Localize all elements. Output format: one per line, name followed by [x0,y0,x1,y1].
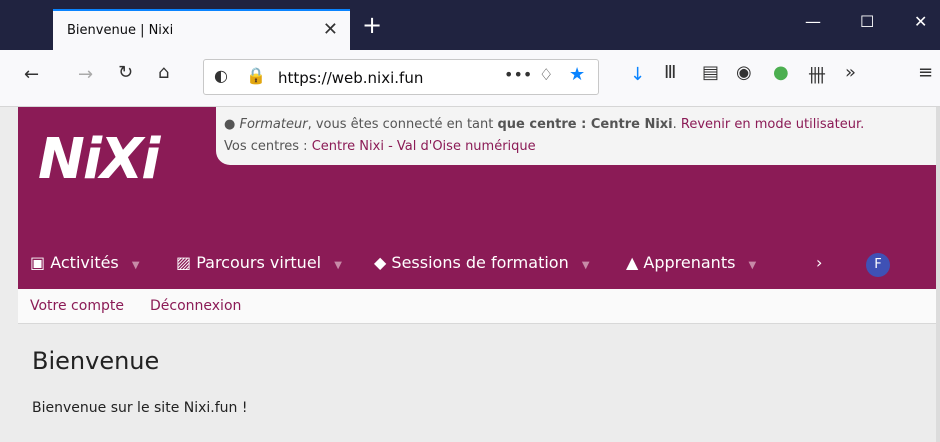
caret-down-icon: ▼ [748,260,757,271]
menu-item-activites[interactable]: ▣ Activités ▼ [30,253,140,272]
centers-label: Vos centres : [224,139,312,154]
extension-icon[interactable]: ● [773,62,789,83]
tab-close-icon[interactable]: ✕ [323,19,338,40]
subnav: Votre compte Déconnexion [18,289,936,324]
avatar-letter: F [874,257,882,272]
logout-link[interactable]: Déconnexion [150,298,241,314]
menu-label: Parcours virtuel [196,253,322,272]
sidebar-icon[interactable]: ▤ [702,62,719,83]
nixi-logo[interactable]: NiXi [38,127,198,222]
center-link[interactable]: Centre Nixi - Val d'Oise numérique [312,139,536,154]
avatar[interactable]: F [866,253,890,277]
grid-extension-icon[interactable]: 卌 [808,62,826,88]
menu-label: Apprenants [643,253,736,272]
menu-label: Activités [50,253,119,272]
browser-tab[interactable]: Bienvenue | Nixi ✕ [53,9,350,50]
caret-down-icon: ▼ [131,260,140,271]
menu-item-apprenants[interactable]: ▲ Apprenants ▼ [626,253,756,272]
menu-next-icon[interactable]: › [816,253,822,272]
menu-item-parcours[interactable]: ▨ Parcours virtuel ▼ [176,253,342,272]
page-actions-icon[interactable]: ••• [504,65,532,84]
reload-icon[interactable]: ↻ [118,62,133,83]
notice-line-2: Vos centres : Centre Nixi - Val d'Oise n… [224,139,536,154]
browser-navbar: ← → ↻ ⌂ ◐ 🔒 https://web.nixi.fun ••• ♢ ★… [0,50,940,107]
center-strong: que centre : Centre Nixi [497,117,673,132]
main-menu: ▣ Activités ▼ ▨ Parcours virtuel ▼ ◆ Ses… [18,237,936,289]
notice-text: , vous êtes connecté en tant [307,117,498,132]
bookmark-star-icon[interactable]: ★ [569,64,585,85]
library-icon[interactable]: Ⅲ [664,62,676,83]
forward-icon[interactable]: → [78,64,93,85]
menu-label: Sessions de formation [391,253,569,272]
maximize-icon[interactable]: ☐ [860,12,874,31]
home-icon[interactable]: ⌂ [158,62,169,83]
account-link[interactable]: Votre compte [30,298,124,314]
new-tab-icon[interactable]: + [362,11,382,39]
close-window-icon[interactable]: ✕ [914,12,927,31]
role-notice: ● Formateur, vous êtes connecté en tant … [216,107,936,165]
url-text[interactable]: https://web.nixi.fun [278,69,423,87]
logo-text: NiXi [38,127,160,192]
header-banner: NiXi ● Formateur, vous êtes connecté en … [18,107,936,289]
info-icon: ● [224,117,236,132]
image-icon: ▨ [176,253,192,272]
pocket-icon[interactable]: ♢ [539,65,553,84]
minimize-icon[interactable]: — [805,12,821,31]
graduation-icon: ◆ [374,253,387,272]
menu-item-sessions[interactable]: ◆ Sessions de formation ▼ [374,253,590,272]
back-icon[interactable]: ← [24,64,39,85]
browser-titlebar: Bienvenue | Nixi ✕ + — ☐ ✕ [0,0,940,50]
tab-title: Bienvenue | Nixi [67,23,174,38]
overflow-icon[interactable]: » [845,62,856,83]
scrollbar[interactable] [936,107,940,442]
notice-punct: . [672,117,681,132]
cap-icon: ▲ [626,253,639,272]
caret-down-icon: ▼ [334,260,342,271]
menu-icon[interactable]: ≡ [918,62,933,83]
notice-line-1: ● Formateur, vous êtes connecté en tant … [224,117,864,132]
page-content: NiXi ● Formateur, vous êtes connecté en … [18,107,936,442]
role-text: Formateur [239,117,308,132]
welcome-text: Bienvenue sur le site Nixi.fun ! [32,400,248,416]
caret-down-icon: ▼ [581,260,590,271]
download-icon[interactable]: ↓ [630,64,645,85]
activities-icon: ▣ [30,253,46,272]
page-title: Bienvenue [32,347,160,375]
shield-icon[interactable]: ◐ [214,66,228,85]
switch-mode-link[interactable]: Revenir en mode utilisateur. [681,117,864,132]
account-icon[interactable]: ◉ [736,62,752,83]
lock-icon[interactable]: 🔒 [246,66,266,85]
url-bar[interactable]: ◐ 🔒 https://web.nixi.fun ••• ♢ ★ [203,59,599,95]
